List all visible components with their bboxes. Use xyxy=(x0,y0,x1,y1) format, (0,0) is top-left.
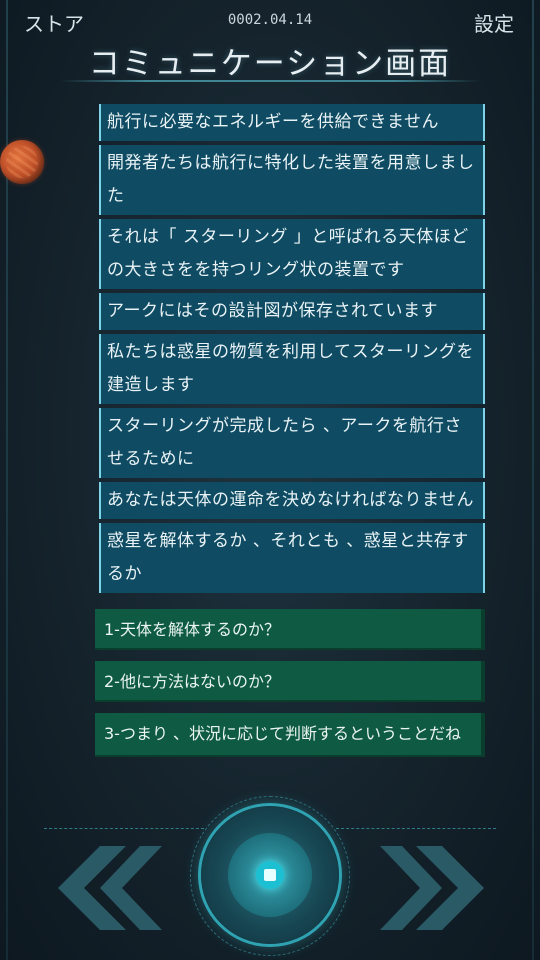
message-item: 開発者たちは航行に特化した装置を用意しました xyxy=(99,145,485,215)
choice-option-1[interactable]: 1-天体を解体するのか？ xyxy=(95,609,485,650)
message-item: スターリングが完成したら 、アークを航行させるために xyxy=(99,408,485,478)
message-log: 航行に必要なエネルギーを供給できません 開発者たちは航行に特化した装置を用意しま… xyxy=(99,104,485,597)
message-item: 航行に必要なエネルギーを供給できません xyxy=(99,104,485,141)
choice-option-2[interactable]: 2-他に方法はないのか？ xyxy=(95,661,485,702)
core-square-icon xyxy=(264,869,276,881)
control-divider-left xyxy=(44,828,204,829)
control-divider-right xyxy=(336,828,496,829)
title-underline xyxy=(60,80,480,82)
double-chevron-left-icon[interactable] xyxy=(52,846,162,930)
message-item: それは「 スターリング 」と呼ばれる天体ほどの大きさをを持つリング状の装置です xyxy=(99,219,485,289)
game-date: 0002.04.14 xyxy=(227,12,313,28)
choice-option-3[interactable]: 3-つまり 、状況に応じて判断するということだね xyxy=(95,713,485,757)
choice-list: 1-天体を解体するのか？ 2-他に方法はないのか？ 3-つまり 、状況に応じて判… xyxy=(95,609,485,768)
settings-button[interactable]: 設定 xyxy=(474,8,514,37)
center-action-button[interactable] xyxy=(201,806,339,944)
page-title: コミュニケーション画面 xyxy=(88,46,452,82)
message-item: 私たちは惑星の物質を利用してスターリングを建造します xyxy=(99,334,485,404)
message-item: アークにはその設計図が保存されています xyxy=(99,293,485,330)
planet-icon[interactable] xyxy=(0,140,44,184)
message-item: 惑星を解体するか 、それとも 、惑星と共存するか xyxy=(99,523,485,593)
right-frame-line xyxy=(532,0,534,960)
double-chevron-right-icon[interactable] xyxy=(380,846,490,930)
message-item: あなたは天体の運命を決めなければなりません xyxy=(99,482,485,519)
